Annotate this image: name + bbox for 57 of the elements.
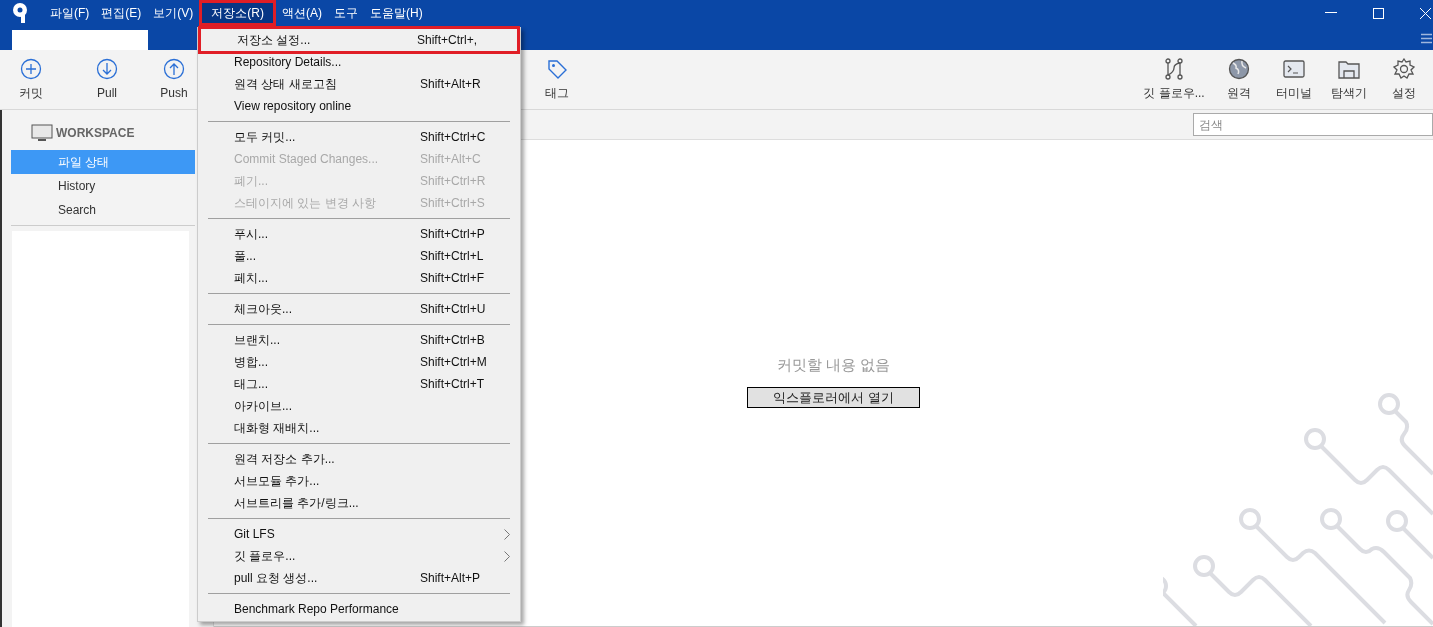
menu-item[interactable]: 브랜치... Shift+Ctrl+B [198,329,520,351]
menu-item[interactable]: 모두 커밋... Shift+Ctrl+C [198,126,520,148]
open-explorer-button[interactable]: 익스플로러에서 열기 [747,386,920,408]
menu-item[interactable]: 깃 플로우... [198,545,520,567]
toolbar-button[interactable]: 설정 [1376,50,1431,109]
menu-item[interactable]: 원격 저장소 추가... [198,448,520,470]
plus-circle-icon [20,57,42,80]
toolbar-button[interactable]: Push [154,50,194,109]
settings-icon [1392,57,1415,80]
toolbar-button[interactable]: 커밋 [0,50,62,109]
menu-item[interactable]: View repository online [198,95,520,117]
section-heading: WORKSPACE [56,125,135,142]
terminal-icon [1282,57,1305,80]
menu-item[interactable]: 체크아웃... Shift+Ctrl+U [198,298,520,320]
menu-item[interactable]: Repository Details... [198,51,520,73]
toolbar-button[interactable]: 터미널 [1266,50,1321,109]
sidebar-item[interactable]: Search [11,198,195,222]
globe-icon [1227,57,1250,80]
toolbar-button[interactable]: 태그 [537,50,577,109]
menu-item[interactable]: 풀... Shift+Ctrl+L [198,245,520,267]
menu-bar-item[interactable]: 액션(A) [276,0,328,26]
menu-bar-item[interactable]: 도움말(H) [364,0,429,26]
minimize-icon[interactable] [1325,12,1337,14]
menu-item[interactable]: pull 요청 생성... Shift+Alt+P [198,567,520,589]
down-arrow-circle-icon [96,57,118,80]
menu-item[interactable]: 원격 상태 새로고침 Shift+Alt+R [198,73,520,95]
menu-bar-item[interactable]: 편집(E) [95,0,148,26]
toolbar-button[interactable]: 깃 플로우... [1137,50,1211,109]
menu-item[interactable]: 페치... Shift+Ctrl+F [198,267,520,289]
toolbar-button[interactable]: 탐색기 [1321,50,1376,109]
search-field[interactable]: 검색 [1193,113,1433,136]
menu-item[interactable]: 푸시... Shift+Ctrl+P [198,223,520,245]
menu-bar-item[interactable]: 저장소(R) [199,0,276,26]
toolbar-button[interactable]: Pull [62,50,152,109]
menu-icon[interactable] [1421,32,1432,44]
up-arrow-circle-icon [163,57,185,80]
menu-item[interactable]: 아카이브... [198,395,520,417]
menu-item[interactable]: Benchmark Repo Performance [198,598,520,620]
close-icon[interactable] [1420,7,1431,19]
menu-bar-item[interactable]: 파일(F) [44,0,96,26]
monitor-icon [31,124,53,142]
menu-item[interactable]: 병합... Shift+Ctrl+M [198,351,520,373]
sidebar-item[interactable]: History [11,174,195,198]
menu-bar-item[interactable]: 보기(V) [147,0,200,26]
menu-item[interactable]: 태그... Shift+Ctrl+T [198,373,520,395]
tag-icon [546,57,568,80]
app-logo-icon [11,3,29,23]
maximize-icon[interactable] [1373,7,1384,19]
menu-bar-item[interactable]: 도구 [328,0,364,26]
menu-item[interactable]: 대화형 재배치... [198,417,520,439]
branch-flow-icon [1163,57,1185,80]
menu-item[interactable]: Git LFS [198,523,520,545]
toolbar-button[interactable]: 원격 [1211,50,1266,109]
menu-item[interactable]: 서브트리를 추가/링크... [198,492,520,514]
tab-field[interactable] [12,30,148,50]
empty-message: 커밋할 내용 없음 [775,355,892,375]
menu-item[interactable]: 서브모듈 추가... [198,470,520,492]
